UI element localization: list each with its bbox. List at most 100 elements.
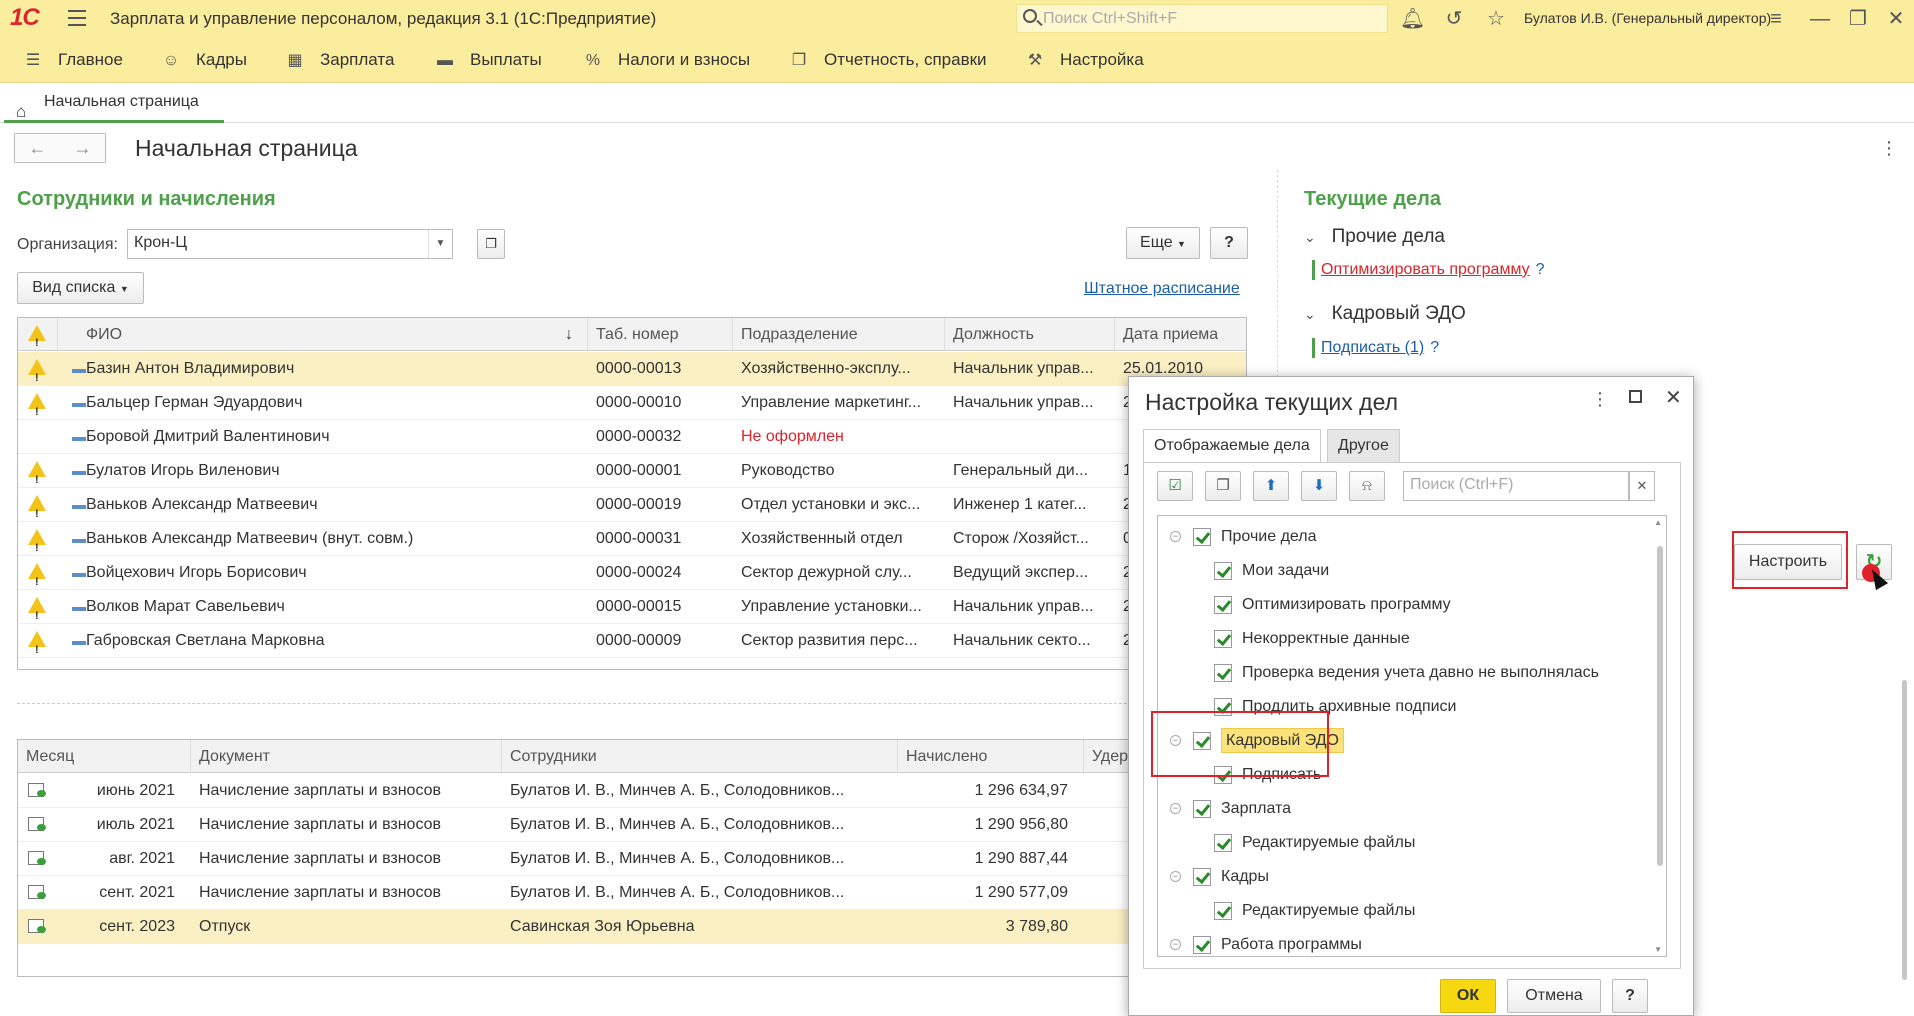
maximize-icon[interactable] xyxy=(1629,390,1642,403)
tree-item[interactable]: Редактируемые файлы xyxy=(1214,826,1415,860)
menu-payments[interactable]: ▬ Выплаты xyxy=(434,37,542,83)
checkbox[interactable] xyxy=(1214,901,1232,920)
optimize-link[interactable]: Оптимизировать программу xyxy=(1321,261,1530,278)
close-window-icon[interactable]: ✕ xyxy=(1884,7,1908,31)
table-row[interactable]: июль 2021 Начисление зарплаты и взносов Бу… xyxy=(18,808,1128,842)
tab-other[interactable]: Другое xyxy=(1327,429,1400,463)
bell-icon[interactable]: 🔔︎ xyxy=(1400,7,1425,31)
uncheck-all-icon[interactable]: ❐ xyxy=(1205,471,1241,501)
dialog-search-input[interactable]: Поиск (Ctrl+F) xyxy=(1403,471,1629,501)
collapse-icon[interactable]: − xyxy=(1170,803,1181,815)
collapse-icon[interactable]: − xyxy=(1170,871,1181,883)
hamburger-menu-icon[interactable] xyxy=(68,10,86,26)
check-all-icon[interactable]: ☑ xyxy=(1157,471,1193,501)
tree-group[interactable]: − Кадры xyxy=(1170,860,1269,894)
col-date[interactable]: Дата приема xyxy=(1115,318,1246,351)
checkbox[interactable] xyxy=(1214,629,1232,648)
table-row[interactable]: Габровская Светлана Марковна 0000-00009 Се… xyxy=(18,624,1246,658)
current-user[interactable]: Булатов И.В. (Генеральный директор) xyxy=(1524,10,1771,26)
open-org-icon[interactable]: ❐ xyxy=(477,229,505,259)
checkbox[interactable] xyxy=(1193,935,1211,954)
col-fio[interactable]: ФИО ↓ xyxy=(58,318,588,351)
tab-home-page[interactable]: ⌂ Начальная страница xyxy=(4,83,224,123)
table-row[interactable]: Ваньков Александр Матвеевич (внут. совм.… xyxy=(18,522,1246,556)
tree-group[interactable]: − Работа программы xyxy=(1170,928,1362,956)
help-button[interactable]: ? xyxy=(1210,227,1248,259)
menu-settings[interactable]: ⚒ Настройка xyxy=(1024,37,1144,83)
col-pos[interactable]: Должность xyxy=(945,318,1115,351)
table-row[interactable]: Войцехович Игорь Борисович 0000-00024 Сект… xyxy=(18,556,1246,590)
restore-icon[interactable]: ❐ xyxy=(1846,7,1870,31)
star-icon[interactable]: ☆ xyxy=(1484,7,1508,31)
more-vert-icon[interactable]: ⋮ xyxy=(1880,138,1898,159)
ok-button[interactable]: ОК xyxy=(1440,979,1496,1013)
tree-item[interactable]: Редактируемые файлы xyxy=(1214,894,1415,928)
help-q-icon[interactable]: ? xyxy=(1430,339,1439,356)
checkbox[interactable] xyxy=(1193,799,1211,818)
checkbox[interactable] xyxy=(1214,833,1232,852)
settings-lines-icon[interactable]: ≡ xyxy=(1764,7,1788,31)
cancel-button[interactable]: Отмена xyxy=(1507,979,1601,1013)
clear-search-icon[interactable]: ✕ xyxy=(1629,471,1655,501)
checkbox[interactable] xyxy=(1214,561,1232,580)
menu-main[interactable]: ☰ Главное xyxy=(22,37,123,83)
col-dept[interactable]: Подразделение xyxy=(733,318,945,351)
configure-button[interactable]: Настроить xyxy=(1734,544,1842,580)
table-row[interactable]: сент. 2023 Отпуск Савинская Зоя Юрьевна 3 7… xyxy=(18,910,1128,944)
table-row[interactable]: Булатов Игорь Виленович 0000-00001 Руковод… xyxy=(18,454,1246,488)
table-row[interactable]: июнь 2021 Начисление зарплаты и взносов Бу… xyxy=(18,774,1128,808)
menu-salary[interactable]: ▦ Зарплата xyxy=(284,37,394,83)
back-arrow-icon[interactable]: ← xyxy=(15,134,60,162)
view-list-button[interactable]: Вид списка ▼ xyxy=(17,272,144,304)
dialog-help-button[interactable]: ? xyxy=(1612,979,1648,1013)
forward-arrow-icon[interactable]: → xyxy=(60,134,105,162)
table-row[interactable]: Боровой Дмитрий Валентинович 0000-00032 Не… xyxy=(18,420,1246,454)
minimize-icon[interactable]: — xyxy=(1808,7,1832,31)
tree-item[interactable]: Оптимизировать программу xyxy=(1214,588,1451,622)
checkbox[interactable] xyxy=(1214,595,1232,614)
table-row[interactable]: сент. 2021 Начисление зарплаты и взносов Б… xyxy=(18,876,1128,910)
move-down-icon[interactable]: ⬇︎ xyxy=(1301,471,1337,501)
tree-scrollbar[interactable] xyxy=(1657,546,1663,866)
org-field[interactable]: Крон-Ц ▼ xyxy=(127,229,453,259)
scroll-down-icon[interactable]: ▼ xyxy=(1654,945,1662,954)
collapse-icon[interactable]: − xyxy=(1170,531,1181,543)
more-button[interactable]: Еще ▼ xyxy=(1126,227,1200,259)
tree-item[interactable]: Мои задачи xyxy=(1214,554,1329,588)
menu-reports[interactable]: ❐ Отчетность, справки xyxy=(788,37,987,83)
employees-table[interactable]: ФИО↓ Таб. номер Подразделение Должность … xyxy=(17,317,1247,670)
menu-hr[interactable]: ☺ Кадры xyxy=(160,37,247,83)
table-row[interactable]: Бальцер Герман Эдуардович 0000-00010 Управ… xyxy=(18,386,1246,420)
scroll-up-icon[interactable]: ▲ xyxy=(1654,518,1662,527)
table-row[interactable]: Ваньков Александр Матвеевич 0000-00019 Отд… xyxy=(18,488,1246,522)
move-up-icon[interactable]: ⬆︎ xyxy=(1253,471,1289,501)
dropdown-icon[interactable]: ▼ xyxy=(428,230,452,258)
col-month[interactable]: Месяц xyxy=(18,740,191,773)
tree-group[interactable]: − Зарплата xyxy=(1170,792,1291,826)
checkbox[interactable] xyxy=(1193,527,1211,546)
tab-displayed-tasks[interactable]: Отображаемые дела xyxy=(1143,429,1321,463)
page-scrollbar[interactable] xyxy=(1900,652,1910,1002)
col-withheld[interactable]: Удерж xyxy=(1084,740,1128,773)
tree-group[interactable]: − Прочие дела xyxy=(1170,520,1317,554)
col-accrued[interactable]: Начислено xyxy=(898,740,1084,773)
menu-taxes[interactable]: % Налоги и взносы xyxy=(582,37,750,83)
accruals-table[interactable]: Месяц Документ Сотрудники Начислено Удер… xyxy=(17,739,1129,977)
tree-item[interactable]: Некорректные данные xyxy=(1214,622,1410,656)
table-row[interactable]: авг. 2021 Начисление зарплаты и взносов Бу… xyxy=(18,842,1128,876)
col-employees[interactable]: Сотрудники xyxy=(502,740,898,773)
history-icon[interactable]: ↺ xyxy=(1442,7,1466,31)
checkbox[interactable] xyxy=(1214,663,1232,682)
group-other-tasks[interactable]: ⌄ Прочие дела xyxy=(1304,226,1445,248)
notification-bell-icon[interactable]: ⍾ xyxy=(1349,471,1385,501)
group-hr-edo[interactable]: ⌄ Кадровый ЭДО xyxy=(1304,303,1466,325)
help-q-icon[interactable]: ? xyxy=(1536,261,1545,278)
sign-link[interactable]: Подписать (1) xyxy=(1321,339,1424,356)
checkbox[interactable] xyxy=(1193,867,1211,886)
table-row[interactable]: Базин Антон Владимирович 0000-00013 Хозяйс… xyxy=(18,352,1246,386)
col-tab[interactable]: Таб. номер xyxy=(588,318,733,351)
staff-schedule-link[interactable]: Штатное расписание xyxy=(1084,280,1240,298)
table-row[interactable]: Волков Марат Савельевич 0000-00015 Управле… xyxy=(18,590,1246,624)
tree-item[interactable]: Проверка ведения учета давно не выполнял… xyxy=(1214,656,1599,690)
collapse-icon[interactable]: − xyxy=(1170,939,1181,951)
